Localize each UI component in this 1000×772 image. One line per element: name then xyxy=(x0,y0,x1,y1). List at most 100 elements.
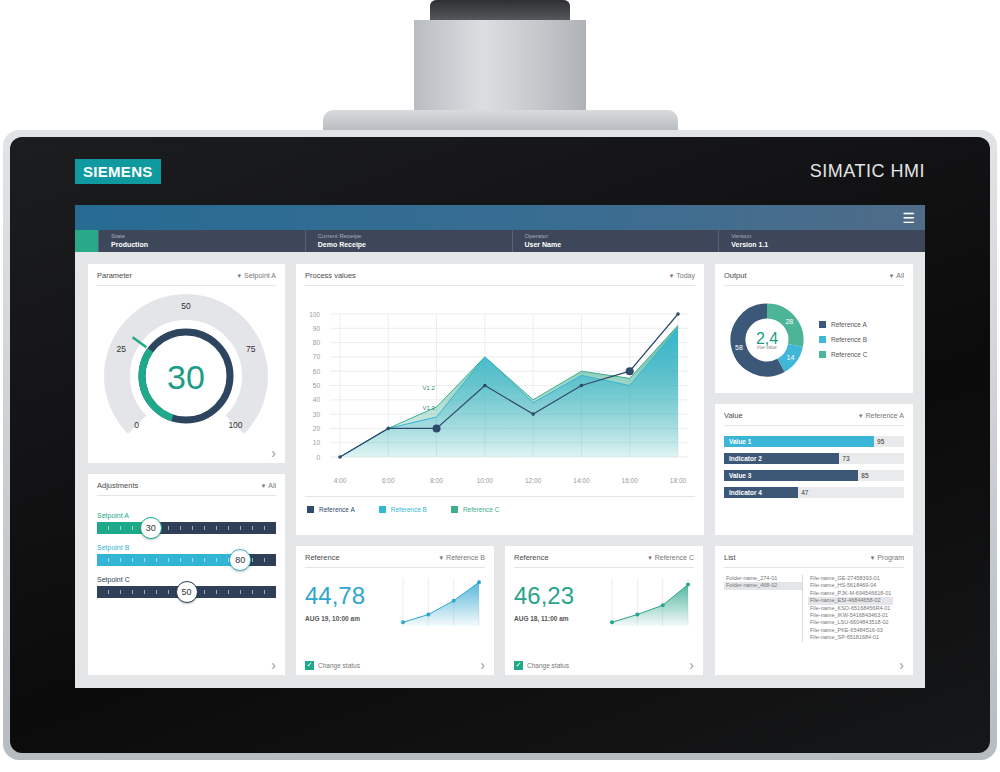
file-item[interactable]: File-name_HS-5618469-04 xyxy=(808,582,893,589)
filter-dropdown[interactable]: ▾Setpoint A xyxy=(238,272,276,280)
slider-ticks xyxy=(97,526,276,530)
filter-dropdown[interactable]: ▾Reference C xyxy=(648,554,694,562)
bracket-body xyxy=(414,20,586,110)
legend-swatch xyxy=(451,506,458,513)
file-item[interactable]: File-name_PJK-M-694546618-01 xyxy=(808,590,893,597)
list-card: List ▾Program Folder-name_274-01Folder-n… xyxy=(715,546,913,675)
folder-item[interactable]: Folder-name_468-02 xyxy=(724,582,802,589)
mini-point xyxy=(477,580,481,584)
donut-segment[interactable] xyxy=(738,311,781,369)
value-bar: Indicator 4 47 xyxy=(724,487,904,498)
slider-knob[interactable]: 80 xyxy=(229,549,251,571)
series-point[interactable] xyxy=(626,367,634,375)
chevron-right-icon[interactable]: › xyxy=(271,446,276,460)
folder-item[interactable]: Folder-name_274-01 xyxy=(724,575,802,582)
filter-dropdown[interactable]: ▾All xyxy=(890,272,904,280)
gauge: 025507510030 xyxy=(88,286,285,445)
change-status-checkbox[interactable]: ✓ Change status xyxy=(305,661,360,670)
slider: Setpoint A 30 xyxy=(97,512,276,534)
chevron-right-icon[interactable]: › xyxy=(689,658,694,672)
x-tick-label: 12:00 xyxy=(525,477,542,484)
bar-value: 73 xyxy=(842,455,849,462)
left-column: Parameter ▾Setpoint A 025507510030 › Adj… xyxy=(88,264,285,675)
filter-dropdown[interactable]: ▾Reference B xyxy=(440,554,485,562)
series-line xyxy=(340,314,678,457)
slider-track[interactable]: 80 xyxy=(97,554,276,566)
file-item[interactable]: File-name_IKW-5416843463-01 xyxy=(808,612,893,619)
chevron-right-icon[interactable]: › xyxy=(271,658,276,672)
change-status-checkbox[interactable]: ✓ Change status xyxy=(514,661,569,670)
mini-point xyxy=(610,620,614,624)
slider-knob[interactable]: 30 xyxy=(140,517,162,539)
file-item[interactable]: File-name_ESI-46844658-02 xyxy=(808,597,893,604)
reference-value: 44,78 xyxy=(305,582,365,610)
reference-value: 46,23 xyxy=(514,582,574,610)
series-point[interactable] xyxy=(433,424,441,432)
donut-chart: 2814582,4true value xyxy=(721,288,813,392)
dropdown-icon: ▾ xyxy=(238,272,242,280)
slider-knob[interactable]: 50 xyxy=(176,581,198,603)
series-point[interactable] xyxy=(386,427,390,431)
mini-chart xyxy=(606,574,694,630)
bar-value: 47 xyxy=(801,489,808,496)
process-chart: 01020304050607080901004:006:008:0010:001… xyxy=(296,286,704,496)
series-point[interactable] xyxy=(338,455,342,459)
filter-dropdown[interactable]: ▾Reference A xyxy=(859,412,904,420)
slider-label: Setpoint B xyxy=(97,544,276,551)
series-point[interactable] xyxy=(676,312,680,316)
checkbox[interactable]: ✓ xyxy=(305,661,314,670)
bar-label: Indicator 2 xyxy=(724,455,762,462)
legend-item: Reference B xyxy=(379,506,427,513)
file-item[interactable]: File-name_GE-27458393-01 xyxy=(808,575,893,582)
series-point[interactable] xyxy=(483,384,487,388)
series-line xyxy=(340,325,678,457)
chart-annotation: V1.3 xyxy=(423,405,436,411)
donut-segment[interactable] xyxy=(781,345,796,365)
legend-swatch xyxy=(307,506,314,513)
chart-annotation: V1.2 xyxy=(423,385,436,391)
filter-dropdown[interactable]: ▾Today xyxy=(670,272,695,280)
donut-value: 2,4 xyxy=(756,329,778,346)
menu-icon[interactable]: ☰ xyxy=(902,210,915,226)
mini-line xyxy=(403,582,479,622)
file-item[interactable]: File-name_KSO-65168456R4-01 xyxy=(808,605,893,612)
top-bar: ☰ xyxy=(75,205,925,230)
gauge-tick-label: 75 xyxy=(246,344,256,354)
slider-track[interactable]: 30 xyxy=(97,522,276,534)
dashboard: Parameter ▾Setpoint A 025507510030 › Adj… xyxy=(75,252,925,688)
card-footer: › xyxy=(88,446,285,463)
x-tick-label: 8:00 xyxy=(430,477,443,484)
status-field: Current Receipe Demo Receipe xyxy=(305,230,512,252)
filter-dropdown[interactable]: ▾All xyxy=(262,482,276,490)
adjustments-card: Adjustments ▾All Setpoint A 30Setpoint B… xyxy=(88,474,285,675)
dropdown-icon: ▾ xyxy=(262,482,266,490)
card-footer: ✓ Change status › xyxy=(505,658,703,675)
series-line xyxy=(340,328,678,457)
status-field: State Production xyxy=(98,230,305,252)
status-value: Demo Receipe xyxy=(318,240,500,249)
series-point[interactable] xyxy=(531,412,535,416)
slider: Setpoint B 80 xyxy=(97,544,276,566)
chevron-right-icon[interactable]: › xyxy=(899,658,904,672)
dropdown-icon: ▾ xyxy=(871,554,875,562)
mini-chart xyxy=(397,574,485,630)
value-bar: Value 3 85 xyxy=(724,470,904,481)
gauge-face xyxy=(133,323,239,429)
checkbox[interactable]: ✓ xyxy=(514,661,523,670)
chevron-right-icon[interactable]: › xyxy=(480,658,485,672)
filter-dropdown[interactable]: ▾Program xyxy=(871,554,904,562)
file-item[interactable]: File-name_PKE-65484516-03 xyxy=(808,627,893,634)
card-footer: › xyxy=(715,658,913,675)
legend-item: Reference A xyxy=(307,506,355,513)
reference-date: AUG 18, 11:00 am xyxy=(514,615,574,622)
file-item[interactable]: File-name_SP-65181684-01 xyxy=(808,634,893,641)
reference-card: Reference ▾Reference B 44,78 AUG 19, 10:… xyxy=(296,546,494,675)
status-label: State xyxy=(111,233,293,240)
slider-track[interactable]: 50 xyxy=(97,586,276,598)
legend-item: Reference A xyxy=(819,321,868,328)
right-column: Output ▾All 2814582,4true value Referenc… xyxy=(715,264,913,675)
siemens-logo: SIEMENS xyxy=(75,159,161,184)
middle-column: Process values ▾Today 010203040506070809… xyxy=(296,264,704,675)
file-item[interactable]: File-name_LSU-6604843518-02 xyxy=(808,619,893,626)
series-point[interactable] xyxy=(580,384,584,388)
